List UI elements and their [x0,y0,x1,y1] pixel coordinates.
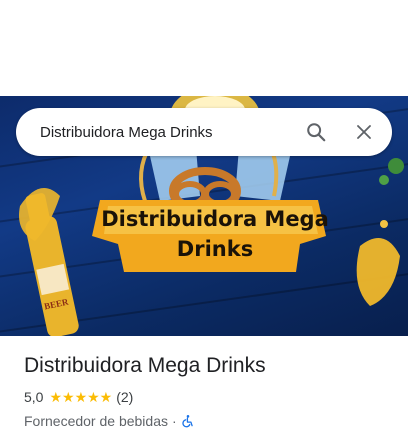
banner-title-line1: Distribuidora Mega [101,207,329,231]
banner-title: Distribuidora Mega Drinks [100,204,330,264]
close-icon [357,125,371,139]
search-button[interactable] [292,108,340,156]
wheelchair-icon[interactable] [181,414,195,428]
star-rating-icon: ★★★★★ [49,388,113,405]
place-info: Distribuidora Mega Drinks 5,0 ★★★★★ (2) … [24,352,392,430]
close-button[interactable] [340,108,388,156]
rating-row[interactable]: 5,0 ★★★★★ (2) [24,388,392,406]
search-bar[interactable]: Distribuidora Mega Drinks [16,108,392,156]
search-icon [307,123,326,142]
review-count[interactable]: (2) [116,389,133,405]
search-input[interactable]: Distribuidora Mega Drinks [16,124,292,141]
banner-title-line2: Drinks [176,237,254,261]
category-row: Fornecedor de bebidas · [24,412,392,430]
place-category[interactable]: Fornecedor de bebidas [24,413,168,429]
separator: · [172,413,177,429]
rating-value: 5,0 [24,389,44,405]
place-name: Distribuidora Mega Drinks [24,354,266,377]
